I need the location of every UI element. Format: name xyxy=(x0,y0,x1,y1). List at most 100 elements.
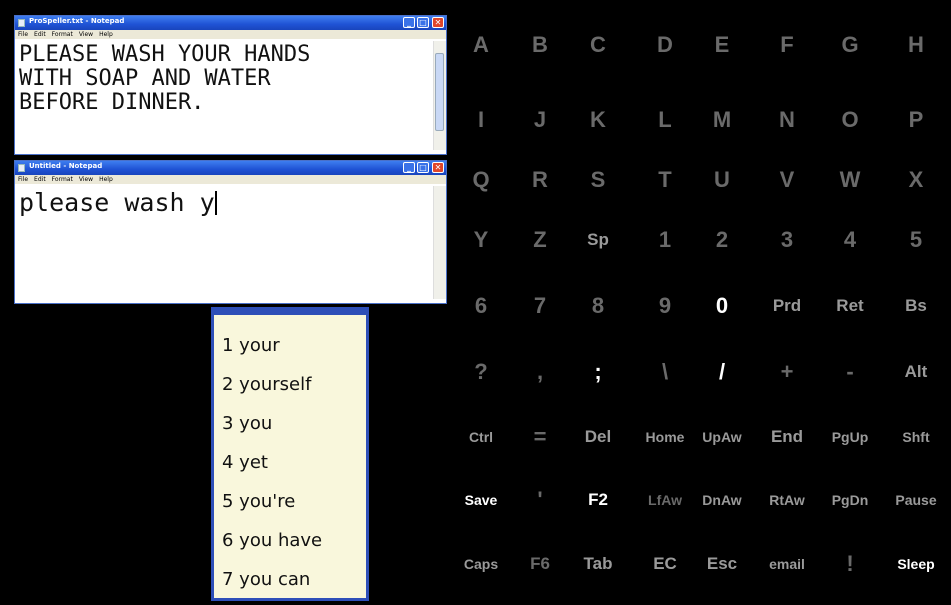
key-rtaw[interactable]: RtAw xyxy=(762,485,812,515)
menu-file[interactable]: File xyxy=(18,31,28,38)
prediction-item[interactable]: 6 you have xyxy=(222,530,322,551)
key-e[interactable]: E xyxy=(697,30,747,60)
key-caps[interactable]: Caps xyxy=(456,549,506,579)
key-sym56[interactable]: - xyxy=(825,357,875,387)
vertical-scrollbar[interactable] xyxy=(433,186,446,299)
key-p[interactable]: P xyxy=(891,105,941,135)
key-9[interactable]: 9 xyxy=(640,291,690,321)
key-pgdn[interactable]: PgDn xyxy=(825,485,875,515)
title-bar[interactable]: ProSpeller.txt - Notepad _ □ ✕ xyxy=(15,16,446,30)
menu-help[interactable]: Help xyxy=(99,31,113,38)
prediction-item[interactable]: 4 yet xyxy=(222,452,268,473)
key-sym54[interactable]: / xyxy=(697,357,747,387)
menu-edit[interactable]: Edit xyxy=(34,31,46,38)
key-b[interactable]: B xyxy=(515,30,565,60)
key-f6[interactable]: F6 xyxy=(515,549,565,579)
close-button[interactable]: ✕ xyxy=(432,17,444,28)
menu-file[interactable]: File xyxy=(18,176,28,183)
notepad-window-untitled[interactable]: Untitled - Notepad _ □ ✕ File Edit Format V… xyxy=(14,160,447,304)
key-6[interactable]: 6 xyxy=(456,291,506,321)
vertical-scrollbar[interactable] xyxy=(433,41,446,150)
key-esc[interactable]: Esc xyxy=(697,549,747,579)
key-f2[interactable]: F2 xyxy=(573,485,623,515)
key-1[interactable]: 1 xyxy=(640,225,690,255)
key-y[interactable]: Y xyxy=(456,225,506,255)
key-d[interactable]: D xyxy=(640,30,690,60)
key-a[interactable]: A xyxy=(456,30,506,60)
menu-format[interactable]: Format xyxy=(52,31,73,38)
key-pause[interactable]: Pause xyxy=(891,485,941,515)
prediction-item[interactable]: 3 you xyxy=(222,413,272,434)
key-8[interactable]: 8 xyxy=(573,291,623,321)
menu-edit[interactable]: Edit xyxy=(34,176,46,183)
text-area[interactable]: please wash y xyxy=(15,186,433,299)
key-q[interactable]: Q xyxy=(456,165,506,195)
key-v[interactable]: V xyxy=(762,165,812,195)
key-s[interactable]: S xyxy=(573,165,623,195)
key-sym71[interactable]: ' xyxy=(515,485,565,515)
prediction-item[interactable]: 5 you're xyxy=(222,491,295,512)
key-n[interactable]: N xyxy=(762,105,812,135)
key-email[interactable]: email xyxy=(762,549,812,579)
key-sym55[interactable]: + xyxy=(762,357,812,387)
key-ec[interactable]: EC xyxy=(640,549,690,579)
key-4[interactable]: 4 xyxy=(825,225,875,255)
key-f[interactable]: F xyxy=(762,30,812,60)
key-sym53[interactable]: \ xyxy=(640,357,690,387)
key-7[interactable]: 7 xyxy=(515,291,565,321)
key-sym52[interactable]: ; xyxy=(573,357,623,387)
key-t[interactable]: T xyxy=(640,165,690,195)
menu-view[interactable]: View xyxy=(79,31,93,38)
key-l[interactable]: L xyxy=(640,105,690,135)
key-ctrl[interactable]: Ctrl xyxy=(456,422,506,452)
key-sym50[interactable]: ? xyxy=(456,357,506,387)
minimize-button[interactable]: _ xyxy=(403,162,415,173)
key-0[interactable]: 0 xyxy=(697,291,747,321)
menu-format[interactable]: Format xyxy=(52,176,73,183)
key-c[interactable]: C xyxy=(573,30,623,60)
key-sym61[interactable]: = xyxy=(515,422,565,452)
key-j[interactable]: J xyxy=(515,105,565,135)
key-sym86[interactable]: ! xyxy=(825,549,875,579)
key-5[interactable]: 5 xyxy=(891,225,941,255)
key-bs[interactable]: Bs xyxy=(891,291,941,321)
key-alt[interactable]: Alt xyxy=(891,357,941,387)
key-dnaw[interactable]: DnAw xyxy=(697,485,747,515)
key-r[interactable]: R xyxy=(515,165,565,195)
key-sym51[interactable]: , xyxy=(515,357,565,387)
key-tab[interactable]: Tab xyxy=(573,549,623,579)
key-i[interactable]: I xyxy=(456,105,506,135)
minimize-button[interactable]: _ xyxy=(403,17,415,28)
key-upaw[interactable]: UpAw xyxy=(697,422,747,452)
maximize-button[interactable]: □ xyxy=(417,17,429,28)
title-bar[interactable]: Untitled - Notepad _ □ ✕ xyxy=(15,161,446,175)
key-prd[interactable]: Prd xyxy=(762,291,812,321)
prediction-item[interactable]: 2 yourself xyxy=(222,374,311,395)
key-x[interactable]: X xyxy=(891,165,941,195)
key-2[interactable]: 2 xyxy=(697,225,747,255)
notepad-window-prospeller[interactable]: ProSpeller.txt - Notepad _ □ ✕ File Edit F… xyxy=(14,15,447,155)
close-button[interactable]: ✕ xyxy=(432,162,444,173)
maximize-button[interactable]: □ xyxy=(417,162,429,173)
scrollbar-thumb[interactable] xyxy=(435,53,444,131)
key-k[interactable]: K xyxy=(573,105,623,135)
key-m[interactable]: M xyxy=(697,105,747,135)
key-shft[interactable]: Shft xyxy=(891,422,941,452)
key-ret[interactable]: Ret xyxy=(825,291,875,321)
key-del[interactable]: Del xyxy=(573,422,623,452)
key-lfaw[interactable]: LfAw xyxy=(640,485,690,515)
key-h[interactable]: H xyxy=(891,30,941,60)
menu-help[interactable]: Help xyxy=(99,176,113,183)
key-end[interactable]: End xyxy=(762,422,812,452)
key-3[interactable]: 3 xyxy=(762,225,812,255)
key-pgup[interactable]: PgUp xyxy=(825,422,875,452)
key-w[interactable]: W xyxy=(825,165,875,195)
key-g[interactable]: G xyxy=(825,30,875,60)
key-sleep[interactable]: Sleep xyxy=(891,549,941,579)
key-save[interactable]: Save xyxy=(456,485,506,515)
key-o[interactable]: O xyxy=(825,105,875,135)
prediction-item[interactable]: 1 your xyxy=(222,335,280,356)
key-home[interactable]: Home xyxy=(640,422,690,452)
key-u[interactable]: U xyxy=(697,165,747,195)
key-sp[interactable]: Sp xyxy=(573,225,623,255)
